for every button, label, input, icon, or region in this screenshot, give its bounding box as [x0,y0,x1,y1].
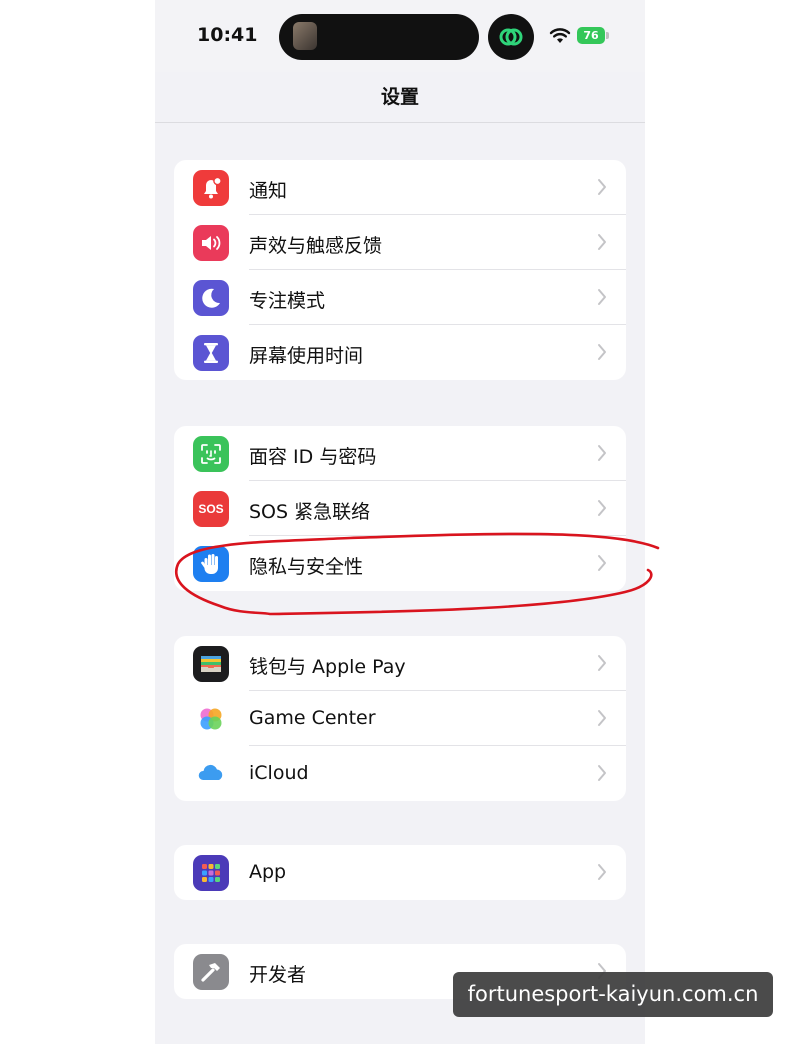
settings-item-label: App [249,861,287,883]
moon-icon [193,280,229,316]
game-center-icon [193,701,229,737]
settings-item-icloud[interactable]: iCloud [174,746,626,801]
settings-group-3: 钱包与 Apple Pay Game Center iCloud [174,636,626,801]
wallet-icon [193,646,229,682]
settings-item-label: 开发者 [249,964,307,986]
now-playing-thumbnail[interactable] [293,22,317,50]
chevron-right-icon [598,179,606,195]
page-title: 设置 [380,86,419,108]
settings-item-label: 通知 [249,180,288,202]
chevron-right-icon [598,864,606,880]
face-id-icon [193,436,229,472]
battery-indicator: 76 [577,27,605,44]
hammer-icon [193,954,229,990]
battery-tip [606,32,609,39]
chevron-right-icon [598,710,606,726]
phone-screen: 10:41 76 设置 通知 声效与触感反馈 专注模式 屏幕使用时间 面容 ID… [155,0,645,1044]
settings-item-label: 声效与触感反馈 [249,235,383,257]
settings-item-screen-time[interactable]: 屏幕使用时间 [174,325,626,380]
app-grid-icon [193,855,229,891]
settings-item-sounds-haptics[interactable]: 声效与触感反馈 [174,215,626,270]
settings-group-2: 面容 ID 与密码 SOS SOS 紧急联络 隐私与安全性 [174,426,626,591]
sos-icon-text: SOS [198,502,224,516]
chevron-right-icon [598,500,606,516]
settings-item-wallet-apple-pay[interactable]: 钱包与 Apple Pay [174,636,626,691]
settings-item-face-id[interactable]: 面容 ID 与密码 [174,426,626,481]
chevron-right-icon [598,555,606,571]
speaker-icon [193,225,229,261]
settings-item-label: iCloud [249,762,309,784]
hourglass-icon [193,335,229,371]
settings-item-privacy-security[interactable]: 隐私与安全性 [174,536,626,591]
watermark-label: fortunesport-kaiyun.com.cn [453,972,773,1017]
chevron-right-icon [598,765,606,781]
chevron-right-icon [598,344,606,360]
settings-item-notifications[interactable]: 通知 [174,160,626,215]
wifi-icon [549,28,571,43]
chevron-right-icon [598,655,606,671]
settings-item-label: 钱包与 Apple Pay [249,656,406,678]
chevron-right-icon [598,234,606,250]
sos-icon: SOS [193,491,229,527]
cloud-icon [193,756,229,792]
settings-item-focus[interactable]: 专注模式 [174,270,626,325]
settings-group-1: 通知 声效与触感反馈 专注模式 屏幕使用时间 [174,160,626,380]
hand-icon [193,546,229,582]
dynamic-island[interactable] [279,14,479,60]
status-time: 10:41 [197,24,258,46]
settings-item-label: 屏幕使用时间 [249,345,364,367]
settings-group-4: App [174,845,626,900]
settings-item-apps[interactable]: App [174,845,626,900]
status-bar: 10:41 76 设置 [155,0,645,108]
nav-divider [155,122,645,123]
settings-item-label: 面容 ID 与密码 [249,446,377,468]
settings-item-label: 隐私与安全性 [249,556,364,578]
settings-item-emergency-sos[interactable]: SOS SOS 紧急联络 [174,481,626,536]
settings-item-label: 专注模式 [249,290,326,312]
settings-item-label: SOS 紧急联络 [249,501,371,523]
settings-item-game-center[interactable]: Game Center [174,691,626,746]
screenshot-page: 10:41 76 设置 通知 声效与触感反馈 专注模式 屏幕使用时间 面容 ID… [0,0,800,1044]
settings-item-label: Game Center [249,707,376,729]
live-activity-icon[interactable] [488,14,534,60]
chevron-right-icon [598,289,606,305]
chevron-right-icon [598,445,606,461]
bell-badge-icon [193,170,229,206]
